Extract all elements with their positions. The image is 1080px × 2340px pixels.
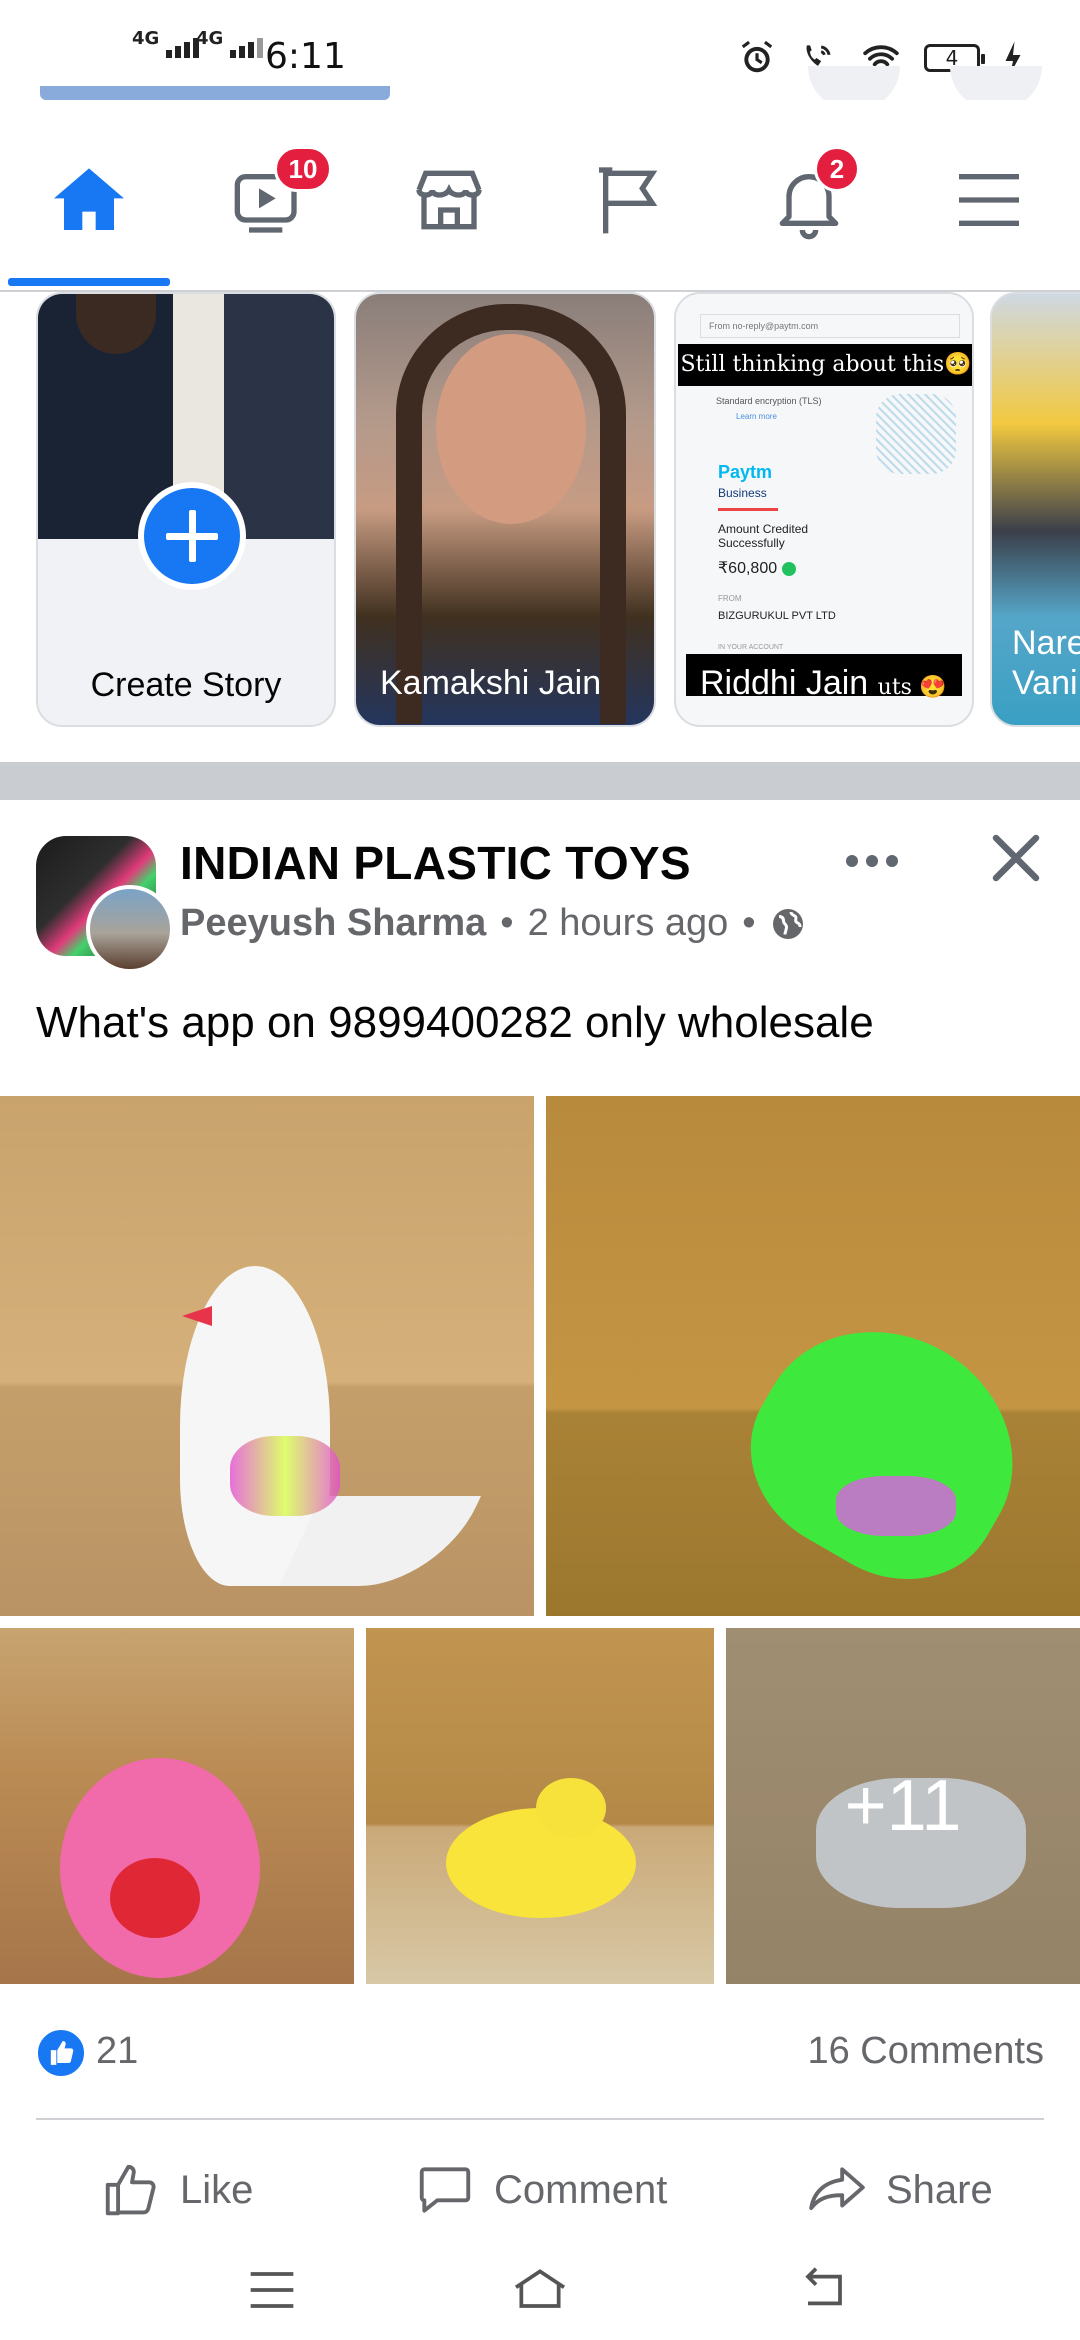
thumbs-up-icon [105,2164,156,2216]
paytm-business: Business [718,486,767,500]
menu-icon [959,174,1019,226]
home-icon [54,168,124,230]
nav-watch[interactable]: 10 [214,146,332,260]
toy-pigeon-paint [230,1436,340,1516]
paytm-learn-more: Learn more [736,412,777,421]
alarm-icon [741,40,773,73]
post-photo-5[interactable]: +11 [726,1628,1080,1984]
post-photo-1[interactable] [0,1096,534,1616]
share-label: Share [886,2167,993,2212]
actions-divider [36,2118,1044,2120]
nav-home[interactable] [34,160,144,260]
share-button[interactable]: Share [806,2150,993,2230]
paytm-rule [718,508,778,511]
nav-marketplace[interactable] [394,160,504,260]
paytm-email-from: From no-reply@paytm.com [700,314,960,338]
back-icon[interactable] [792,2258,856,2322]
comments-count[interactable]: 16 Comments [807,2030,1044,2073]
story-author-name: Riddhi Jain uts 😍 [700,664,947,702]
toy-teddy-heart [110,1858,200,1938]
post-text: What's app on 9899400282 only wholesale [36,998,874,1047]
post-photo-3[interactable] [0,1628,354,1984]
like-button[interactable]: Like [100,2150,253,2230]
public-globe-icon [772,908,803,939]
pages-flag-icon [599,167,658,234]
post-author[interactable]: Peeyush Sharma [180,902,486,945]
story-hair [396,304,626,724]
toy-parrot [715,1286,1057,1616]
like-label: Like [180,2167,254,2212]
watch-badge: 10 [274,146,332,192]
status-bar: 4G 4G 6:11 4 [0,0,1080,100]
nav-menu[interactable] [934,160,1044,260]
post-photo-4[interactable] [366,1628,714,1984]
system-navigation-bar [0,2240,1080,2340]
signal-1: 4G [132,28,202,63]
home-nav-icon[interactable] [508,2258,572,2322]
paytm-from: BIZGURUKUL PVT LTD [718,610,836,622]
post-more-button[interactable] [846,846,916,876]
create-story-label: Create Story [90,666,282,704]
story-card-kamakshi[interactable]: Kamakshi Jain [354,292,656,727]
notifications-badge: 2 [814,146,860,192]
stories-tray: Create Story Kamakshi Jain From no-reply… [0,292,1080,762]
story-author-name: Kamakshi Jain [380,664,602,702]
paytm-pattern [876,394,956,474]
close-icon[interactable] [986,828,1046,888]
like-reaction-icon [36,2028,86,2078]
comment-label: Comment [494,2167,668,2212]
active-tab-indicator [8,278,170,286]
add-story-icon[interactable] [138,482,246,590]
story-text-overlay: Still thinking about this🥺 [678,344,972,386]
more-photos-overlay[interactable]: +11 [726,1628,1080,1984]
story-card-nare-vani[interactable]: Nare Vani [990,292,1080,727]
recents-menu-icon[interactable] [240,2258,304,2322]
post-photo-2[interactable] [546,1096,1080,1616]
post-meta: Peeyush Sharma • 2 hours ago • [180,902,806,945]
clock: 6:11 [265,36,346,77]
signal-2: 4G [196,28,266,63]
paytm-encryption: Standard encryption (TLS) [716,396,822,406]
meta-separator: • [500,902,514,944]
story-card-riddhi[interactable]: From no-reply@paytm.com Still thinking a… [674,292,974,727]
meta-separator: • [742,902,756,944]
paytm-amount: ₹60,800 [718,558,796,578]
post-time[interactable]: 2 hours ago [528,902,729,945]
toy-duck-head [536,1778,606,1838]
feed-divider [0,762,1080,800]
toy-parrot-paint [836,1476,956,1536]
nav-pages[interactable] [574,160,684,260]
post-page-name[interactable]: INDIAN PLASTIC TOYS [180,836,691,890]
paytm-from-label: FROM [718,594,742,603]
share-arrow-icon [809,2167,865,2211]
marketplace-icon [416,170,482,230]
comment-bubble-icon [419,2167,471,2213]
paytm-to-label: IN YOUR ACCOUNT [718,644,784,651]
nav-notifications[interactable]: 2 [754,146,864,260]
create-story-card[interactable]: Create Story [36,292,336,727]
comment-button[interactable]: Comment [414,2150,667,2230]
like-count[interactable]: 21 [96,2030,138,2073]
paytm-amount-label: Amount Credited Successfully [718,522,809,550]
more-dots-icon [846,855,858,867]
paytm-logo: Paytm [718,462,773,482]
top-nav-bar: 10 2 [0,100,1080,292]
author-avatar[interactable] [86,885,174,973]
story-author-name: Nare Vani [1012,624,1080,702]
